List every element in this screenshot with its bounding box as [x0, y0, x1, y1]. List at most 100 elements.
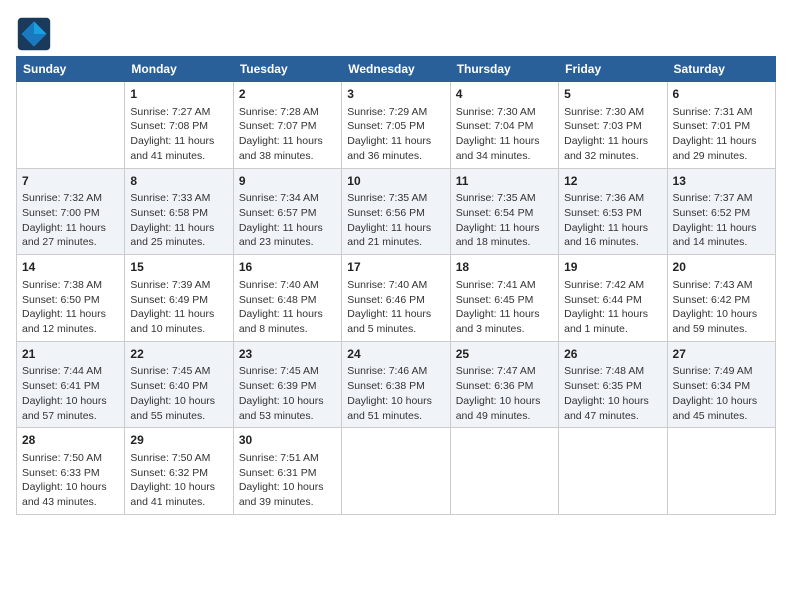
day-info: Sunrise: 7:37 AM Sunset: 6:52 PM Dayligh… — [673, 191, 770, 250]
day-info: Sunrise: 7:27 AM Sunset: 7:08 PM Dayligh… — [130, 105, 227, 164]
column-header-monday: Monday — [125, 57, 233, 82]
day-number: 24 — [347, 346, 444, 363]
day-info: Sunrise: 7:49 AM Sunset: 6:34 PM Dayligh… — [673, 364, 770, 423]
day-info: Sunrise: 7:29 AM Sunset: 7:05 PM Dayligh… — [347, 105, 444, 164]
day-info: Sunrise: 7:33 AM Sunset: 6:58 PM Dayligh… — [130, 191, 227, 250]
calendar-cell: 7Sunrise: 7:32 AM Sunset: 7:00 PM Daylig… — [17, 168, 125, 255]
day-info: Sunrise: 7:28 AM Sunset: 7:07 PM Dayligh… — [239, 105, 336, 164]
day-number: 3 — [347, 86, 444, 103]
day-number: 21 — [22, 346, 119, 363]
day-info: Sunrise: 7:50 AM Sunset: 6:33 PM Dayligh… — [22, 451, 119, 510]
day-number: 8 — [130, 173, 227, 190]
day-number: 12 — [564, 173, 661, 190]
calendar-cell — [667, 428, 775, 515]
day-number: 13 — [673, 173, 770, 190]
calendar-cell: 24Sunrise: 7:46 AM Sunset: 6:38 PM Dayli… — [342, 341, 450, 428]
day-info: Sunrise: 7:50 AM Sunset: 6:32 PM Dayligh… — [130, 451, 227, 510]
logo — [16, 16, 56, 52]
calendar-cell: 2 Sunrise: 7:28 AM Sunset: 7:07 PM Daylig… — [233, 82, 341, 169]
calendar-cell: 13Sunrise: 7:37 AM Sunset: 6:52 PM Dayli… — [667, 168, 775, 255]
day-number: 27 — [673, 346, 770, 363]
day-number: 7 — [22, 173, 119, 190]
day-number: 23 — [239, 346, 336, 363]
day-info: Sunrise: 7:38 AM Sunset: 6:50 PM Dayligh… — [22, 278, 119, 337]
calendar-cell — [450, 428, 558, 515]
day-info: Sunrise: 7:31 AM Sunset: 7:01 PM Dayligh… — [673, 105, 770, 164]
calendar-cell: 12Sunrise: 7:36 AM Sunset: 6:53 PM Dayli… — [559, 168, 667, 255]
day-number: 19 — [564, 259, 661, 276]
day-number: 26 — [564, 346, 661, 363]
day-info: Sunrise: 7:39 AM Sunset: 6:49 PM Dayligh… — [130, 278, 227, 337]
column-header-friday: Friday — [559, 57, 667, 82]
calendar-week-2: 7Sunrise: 7:32 AM Sunset: 7:00 PM Daylig… — [17, 168, 776, 255]
day-info: Sunrise: 7:46 AM Sunset: 6:38 PM Dayligh… — [347, 364, 444, 423]
day-number: 1 — [130, 86, 227, 103]
calendar-cell: 6 Sunrise: 7:31 AM Sunset: 7:01 PM Daylig… — [667, 82, 775, 169]
day-number: 6 — [673, 86, 770, 103]
calendar-cell: 27Sunrise: 7:49 AM Sunset: 6:34 PM Dayli… — [667, 341, 775, 428]
day-info: Sunrise: 7:51 AM Sunset: 6:31 PM Dayligh… — [239, 451, 336, 510]
calendar-cell: 19 Sunrise: 7:42 AM Sunset: 6:44 PM Dayli… — [559, 255, 667, 342]
day-number: 29 — [130, 432, 227, 449]
day-info: Sunrise: 7:41 AM Sunset: 6:45 PM Dayligh… — [456, 278, 553, 337]
day-number: 20 — [673, 259, 770, 276]
day-info: Sunrise: 7:30 AM Sunset: 7:03 PM Dayligh… — [564, 105, 661, 164]
day-info: Sunrise: 7:40 AM Sunset: 6:46 PM Dayligh… — [347, 278, 444, 337]
column-header-sunday: Sunday — [17, 57, 125, 82]
day-info: Sunrise: 7:30 AM Sunset: 7:04 PM Dayligh… — [456, 105, 553, 164]
calendar-cell: 17 Sunrise: 7:40 AM Sunset: 6:46 PM Dayli… — [342, 255, 450, 342]
day-info: Sunrise: 7:35 AM Sunset: 6:54 PM Dayligh… — [456, 191, 553, 250]
calendar-body: 1 Sunrise: 7:27 AM Sunset: 7:08 PM Daylig… — [17, 82, 776, 515]
day-info: Sunrise: 7:40 AM Sunset: 6:48 PM Dayligh… — [239, 278, 336, 337]
calendar-cell: 26Sunrise: 7:48 AM Sunset: 6:35 PM Dayli… — [559, 341, 667, 428]
column-header-thursday: Thursday — [450, 57, 558, 82]
calendar-week-1: 1 Sunrise: 7:27 AM Sunset: 7:08 PM Daylig… — [17, 82, 776, 169]
calendar-cell — [342, 428, 450, 515]
column-header-wednesday: Wednesday — [342, 57, 450, 82]
calendar-cell: 14Sunrise: 7:38 AM Sunset: 6:50 PM Dayli… — [17, 255, 125, 342]
day-info: Sunrise: 7:44 AM Sunset: 6:41 PM Dayligh… — [22, 364, 119, 423]
day-number: 15 — [130, 259, 227, 276]
day-info: Sunrise: 7:47 AM Sunset: 6:36 PM Dayligh… — [456, 364, 553, 423]
calendar-cell: 22Sunrise: 7:45 AM Sunset: 6:40 PM Dayli… — [125, 341, 233, 428]
calendar-cell: 20 Sunrise: 7:43 AM Sunset: 6:42 PM Dayli… — [667, 255, 775, 342]
calendar-cell: 15 Sunrise: 7:39 AM Sunset: 6:49 PM Dayli… — [125, 255, 233, 342]
calendar-cell — [559, 428, 667, 515]
column-header-tuesday: Tuesday — [233, 57, 341, 82]
calendar-week-3: 14Sunrise: 7:38 AM Sunset: 6:50 PM Dayli… — [17, 255, 776, 342]
calendar-cell: 16 Sunrise: 7:40 AM Sunset: 6:48 PM Dayli… — [233, 255, 341, 342]
day-number: 5 — [564, 86, 661, 103]
calendar-cell: 9Sunrise: 7:34 AM Sunset: 6:57 PM Daylig… — [233, 168, 341, 255]
calendar-cell: 4 Sunrise: 7:30 AM Sunset: 7:04 PM Daylig… — [450, 82, 558, 169]
day-info: Sunrise: 7:48 AM Sunset: 6:35 PM Dayligh… — [564, 364, 661, 423]
calendar-cell: 25Sunrise: 7:47 AM Sunset: 6:36 PM Dayli… — [450, 341, 558, 428]
day-number: 28 — [22, 432, 119, 449]
day-number: 30 — [239, 432, 336, 449]
day-info: Sunrise: 7:43 AM Sunset: 6:42 PM Dayligh… — [673, 278, 770, 337]
calendar-header: SundayMondayTuesdayWednesdayThursdayFrid… — [17, 57, 776, 82]
calendar-cell: 11Sunrise: 7:35 AM Sunset: 6:54 PM Dayli… — [450, 168, 558, 255]
day-info: Sunrise: 7:36 AM Sunset: 6:53 PM Dayligh… — [564, 191, 661, 250]
calendar-cell: 28 Sunrise: 7:50 AM Sunset: 6:33 PM Dayli… — [17, 428, 125, 515]
day-info: Sunrise: 7:34 AM Sunset: 6:57 PM Dayligh… — [239, 191, 336, 250]
calendar-cell: 3 Sunrise: 7:29 AM Sunset: 7:05 PM Daylig… — [342, 82, 450, 169]
day-number: 10 — [347, 173, 444, 190]
calendar-cell: 21Sunrise: 7:44 AM Sunset: 6:41 PM Dayli… — [17, 341, 125, 428]
day-number: 4 — [456, 86, 553, 103]
calendar-cell: 10Sunrise: 7:35 AM Sunset: 6:56 PM Dayli… — [342, 168, 450, 255]
calendar-table: SundayMondayTuesdayWednesdayThursdayFrid… — [16, 56, 776, 515]
calendar-cell: 5 Sunrise: 7:30 AM Sunset: 7:03 PM Daylig… — [559, 82, 667, 169]
day-info: Sunrise: 7:32 AM Sunset: 7:00 PM Dayligh… — [22, 191, 119, 250]
day-info: Sunrise: 7:35 AM Sunset: 6:56 PM Dayligh… — [347, 191, 444, 250]
column-header-saturday: Saturday — [667, 57, 775, 82]
day-number: 2 — [239, 86, 336, 103]
day-number: 25 — [456, 346, 553, 363]
calendar-cell: 8Sunrise: 7:33 AM Sunset: 6:58 PM Daylig… — [125, 168, 233, 255]
day-number: 18 — [456, 259, 553, 276]
day-number: 17 — [347, 259, 444, 276]
day-number: 16 — [239, 259, 336, 276]
page-header — [16, 16, 776, 52]
calendar-cell: 18 Sunrise: 7:41 AM Sunset: 6:45 PM Dayli… — [450, 255, 558, 342]
calendar-week-5: 28 Sunrise: 7:50 AM Sunset: 6:33 PM Dayli… — [17, 428, 776, 515]
day-info: Sunrise: 7:42 AM Sunset: 6:44 PM Dayligh… — [564, 278, 661, 337]
